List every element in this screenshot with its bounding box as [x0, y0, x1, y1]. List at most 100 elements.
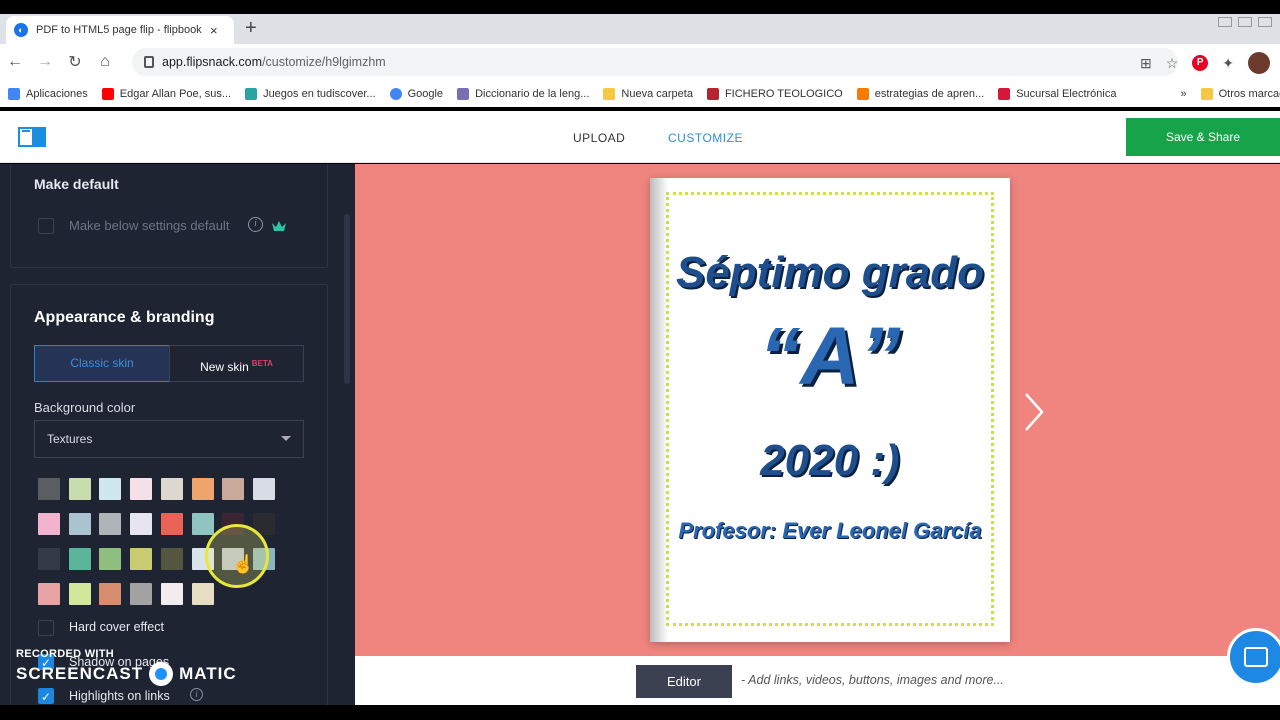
sidebar-scrollbar[interactable] — [344, 214, 350, 384]
new-tab-button[interactable]: + — [245, 17, 257, 40]
bookmark-item[interactable]: Aplicaciones — [8, 87, 88, 100]
tab-upload[interactable]: UPLOAD — [573, 131, 625, 145]
texture-swatch[interactable] — [130, 548, 153, 570]
texture-swatch[interactable] — [130, 583, 153, 605]
browser-tab-strip: ◐ PDF to HTML5 page flip - flipbook sol … — [0, 14, 1280, 44]
translate-icon[interactable]: ⊞ — [1140, 55, 1152, 72]
texture-swatch[interactable] — [38, 478, 60, 500]
bookmark-item[interactable]: Google — [389, 87, 443, 100]
texture-swatch[interactable] — [38, 548, 60, 570]
crown-icon — [272, 221, 286, 231]
editor-button[interactable]: Editor — [636, 665, 732, 698]
texture-swatch[interactable] — [99, 478, 122, 500]
chevron-down-icon — [281, 436, 291, 441]
browser-tab[interactable]: ◐ PDF to HTML5 page flip - flipbook sol … — [6, 16, 234, 44]
texture-swatch[interactable] — [68, 478, 91, 500]
bookmark-label: estrategias de apren... — [874, 87, 985, 100]
bookmark-item[interactable]: Sucursal Electrónica — [998, 87, 1117, 100]
bookmark-label: Nueva carpeta — [621, 87, 693, 100]
flipsnack-favicon-icon: ◐ — [14, 23, 28, 37]
info-icon[interactable]: i — [190, 688, 203, 701]
cover-year: 2020 :) — [760, 436, 900, 485]
make-default-checkbox[interactable] — [38, 218, 54, 234]
texture-swatch[interactable] — [99, 583, 122, 605]
texture-swatch[interactable] — [191, 478, 214, 500]
browser-toolbar: ← → ↻ ⌂ app.flipsnack.com/customize/h9lg… — [0, 44, 1280, 80]
tab-close-icon[interactable]: × — [210, 23, 218, 38]
bookmark-label: Sucursal Electrónica — [1016, 87, 1117, 100]
texture-swatch[interactable] — [38, 513, 60, 535]
chat-support-button[interactable] — [1227, 628, 1280, 686]
texture-swatch[interactable] — [68, 513, 91, 535]
tab-title: PDF to HTML5 page flip - flipbook sol — [36, 24, 204, 36]
editor-bar: Editor - Add links, videos, buttons, ima… — [355, 656, 1280, 705]
tab-customize[interactable]: CUSTOMIZE — [668, 131, 743, 145]
pinterest-icon[interactable]: P — [1192, 55, 1209, 71]
extensions-icon[interactable]: ✦ — [1222, 55, 1234, 72]
background-type-select[interactable]: Textures — [34, 420, 304, 458]
flipbook-cover-page[interactable]: Séptimo grado “A” 2020 :) Profesor: Ever… — [650, 178, 1010, 642]
letterbox-top — [0, 0, 1280, 14]
address-bar[interactable]: app.flipsnack.com/customize/h9lgimzhm — [132, 48, 1178, 76]
folder-icon — [1200, 87, 1213, 100]
hard-cover-checkbox[interactable] — [38, 620, 54, 636]
select-value: Textures — [47, 432, 93, 446]
settings-sidebar[interactable]: Make default Make below settings default… — [0, 164, 355, 705]
chat-icon — [1244, 647, 1268, 667]
reload-icon[interactable]: ↻ — [60, 52, 90, 72]
new-skin-label: New skin — [200, 360, 249, 374]
bank-icon — [998, 87, 1011, 100]
folder-icon — [603, 87, 616, 100]
screen: ◐ PDF to HTML5 page flip - flipbook sol … — [0, 0, 1280, 720]
info-icon[interactable]: i — [248, 217, 263, 232]
home-icon[interactable]: ⌂ — [90, 53, 120, 71]
texture-swatch[interactable] — [99, 548, 122, 570]
texture-swatch[interactable] — [160, 548, 183, 570]
beta-badge: BETA — [251, 359, 273, 368]
site-icon — [457, 87, 470, 100]
profile-avatar[interactable] — [1248, 52, 1270, 74]
texture-swatch[interactable] — [130, 478, 153, 500]
next-page-chevron-icon[interactable] — [1023, 392, 1045, 432]
bookmark-label: Aplicaciones — [26, 87, 88, 100]
more-bookmarks-button[interactable]: » — [1180, 88, 1186, 100]
texture-swatch[interactable] — [38, 583, 60, 605]
bookmark-item[interactable]: FICHERO TEOLOGICO — [706, 87, 843, 100]
bookmark-item[interactable]: Diccionario de la leng... — [457, 87, 589, 100]
back-icon[interactable]: ← — [0, 53, 30, 71]
minimize-icon[interactable] — [1218, 17, 1232, 27]
restore-icon[interactable] — [1238, 17, 1252, 27]
save-share-button[interactable]: Save & Share — [1126, 118, 1280, 156]
bookmark-item[interactable]: Otros marcador — [1200, 87, 1280, 100]
texture-swatch[interactable] — [191, 583, 214, 605]
highlights-checkbox[interactable]: ✓ — [38, 688, 54, 704]
appearance-heading: Appearance & branding — [34, 309, 215, 326]
texture-swatch[interactable] — [252, 478, 275, 500]
texture-swatch[interactable] — [222, 478, 245, 500]
texture-swatch[interactable] — [68, 548, 91, 570]
close-window-icon[interactable] — [1258, 17, 1272, 27]
flipsnack-logo-icon[interactable] — [18, 127, 46, 147]
url-host: app.flipsnack.com — [162, 55, 263, 69]
texture-swatch[interactable] — [68, 583, 91, 605]
texture-swatch[interactable] — [160, 478, 183, 500]
forward-icon[interactable]: → — [30, 53, 60, 71]
texture-swatch[interactable] — [99, 513, 122, 535]
classic-skin-button[interactable]: Classic skin — [34, 345, 170, 382]
texture-swatch[interactable] — [160, 513, 183, 535]
watermark-line2: SCREENCAST MATIC — [16, 662, 237, 686]
watermark-word2: MATIC — [179, 664, 237, 683]
bookmark-label: Edgar Allan Poe, sus... — [119, 87, 232, 100]
new-skin-button[interactable]: New skin BETA — [169, 345, 304, 382]
bookmark-item[interactable]: Juegos en tudiscover... — [245, 87, 376, 100]
bookmark-star-icon[interactable]: ☆ — [1166, 55, 1179, 72]
app-header: UPLOAD CUSTOMIZE Save & Share — [0, 111, 1280, 163]
texture-swatch[interactable] — [160, 583, 183, 605]
background-color-label: Background color — [34, 400, 136, 415]
texture-swatch[interactable] — [130, 513, 153, 535]
bookmark-item[interactable]: estrategias de apren... — [856, 87, 985, 100]
bookmark-item[interactable]: Nueva carpeta — [603, 87, 693, 100]
bookmark-item[interactable]: Edgar Allan Poe, sus... — [101, 87, 232, 100]
texture-swatch[interactable] — [191, 513, 214, 535]
url-path: /customize/h9lgimzhm — [262, 55, 386, 69]
